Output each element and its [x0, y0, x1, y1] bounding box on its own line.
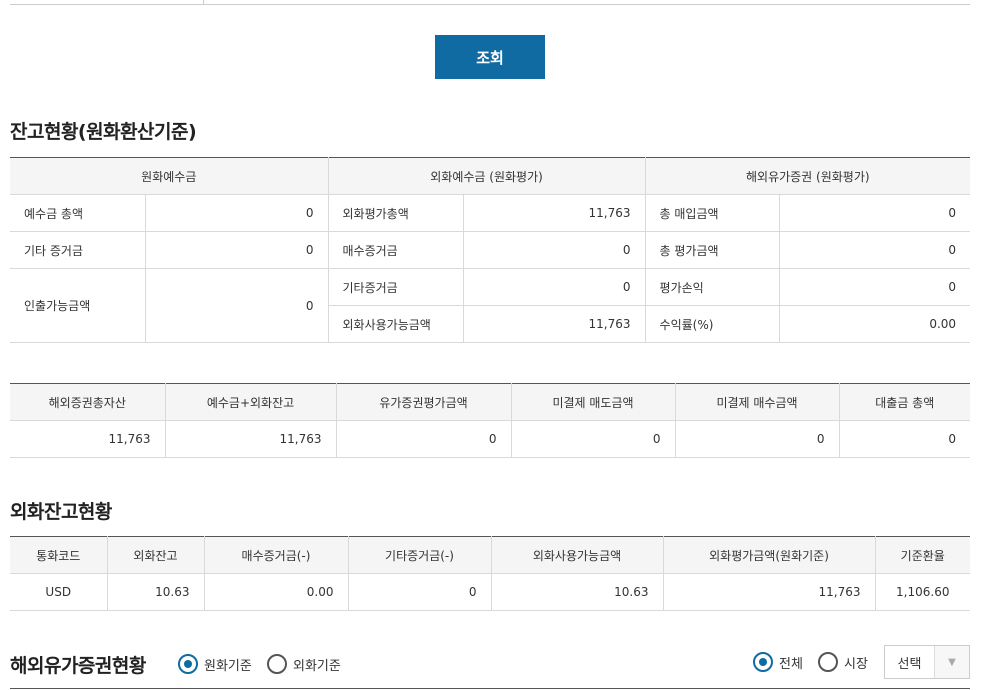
radio-krw-basis-label: 원화기준 [204, 658, 252, 674]
radio-market-all-label: 전체 [779, 656, 803, 672]
fx-buy-margin-label: 매수증거금 [328, 231, 464, 269]
sec-eval-label: 총 평가금액 [645, 231, 780, 269]
sec-purchase-value: 0 [779, 194, 971, 232]
overseas-section-title: 해외유가증권현황 [10, 655, 146, 677]
col-header: 기타증거금(-) [348, 536, 492, 574]
chevron-down-icon: ▼ [935, 646, 969, 678]
sec-pnl-value: 0 [779, 268, 971, 306]
buy-margin-value: 0.00 [204, 573, 349, 611]
radio-checked-icon [753, 652, 773, 672]
radio-checked-icon [178, 654, 198, 674]
sec-pnl-label: 평가손익 [645, 268, 780, 306]
col-header: 매수증거금(-) [204, 536, 349, 574]
fx-total-label: 외화평가총액 [328, 194, 464, 232]
table-row: 인출가능금액 0 기타증거금 0 평가손익 0 [10, 268, 971, 343]
fx-available-amount: 10.63 [491, 573, 664, 611]
col-header: 미결제 매수금액 [675, 383, 840, 421]
fx-total-value: 11,763 [463, 194, 646, 232]
balance-table: 원화예수금 외화예수금 (원화평가) 해외유가증권 (원화평가) 예수금 총액 … [10, 157, 971, 343]
krw-deposit-value: 0 [145, 194, 329, 232]
radio-krw-basis[interactable]: 원화기준 [178, 654, 252, 674]
krw-deposit-label: 예수금 총액 [10, 194, 146, 232]
fx-available-value: 11,763 [463, 305, 646, 343]
sec-purchase-label: 총 매입금액 [645, 194, 780, 232]
radio-fx-basis[interactable]: 외화기준 [267, 654, 341, 674]
table-row: 예수금 총액 0 외화평가총액 11,763 총 매입금액 0 [10, 194, 971, 232]
market-select-value: 선택 [885, 646, 935, 678]
col-header: 예수금+외화잔고 [165, 383, 337, 421]
deposit-fx-value: 11,763 [165, 420, 337, 458]
market-select[interactable]: 선택 ▼ [884, 645, 970, 679]
group-header-fx: 외화예수금 (원화평가) [328, 157, 646, 195]
fx-balance-section-title: 외화잔고현황 [10, 501, 112, 523]
krw-withdrawable-value: 0 [145, 268, 329, 343]
radio-unchecked-icon [267, 654, 287, 674]
search-button[interactable]: 조회 [435, 35, 545, 79]
fx-balance-table: 통화코드 외화잔고 매수증거금(-) 기타증거금(-) 외화사용가능금액 외화평… [10, 536, 970, 611]
sec-eval-value: 0 [779, 231, 971, 269]
fx-other-margin-label: 기타증거금 [328, 268, 464, 306]
col-header: 외화잔고 [107, 536, 205, 574]
fx-available-label: 외화사용가능금액 [328, 305, 464, 343]
sec-return-label: 수익률(%) [645, 305, 780, 343]
radio-market-select[interactable]: 시장 [818, 652, 868, 672]
top-divider [10, 4, 970, 5]
radio-fx-basis-label: 외화기준 [293, 658, 341, 674]
col-header: 미결제 매도금액 [511, 383, 676, 421]
krw-other-margin-label: 기타 증거금 [10, 231, 146, 269]
securities-eval-value: 0 [336, 420, 512, 458]
col-header: 기준환율 [875, 536, 970, 574]
fx-buy-margin-value: 0 [463, 231, 646, 269]
base-rate: 1,106.60 [875, 573, 970, 611]
bottom-divider [10, 688, 970, 689]
group-header-securities: 해외유가증권 (원화평가) [645, 157, 971, 195]
col-header: 유가증권평가금액 [336, 383, 512, 421]
asset-summary-table: 해외증권총자산 예수금+외화잔고 유가증권평가금액 미결제 매도금액 미결제 매… [10, 383, 970, 458]
unsettled-sell-value: 0 [511, 420, 676, 458]
radio-unchecked-icon [818, 652, 838, 672]
loan-total-value: 0 [839, 420, 970, 458]
col-header: 해외증권총자산 [10, 383, 166, 421]
group-header-krw: 원화예수금 [10, 157, 329, 195]
col-header: 외화사용가능금액 [491, 536, 664, 574]
fx-eval-krw: 11,763 [663, 573, 876, 611]
balance-section-title: 잔고현황(원화환산기준) [10, 121, 197, 143]
currency-code: USD [10, 573, 108, 611]
other-margin-value: 0 [348, 573, 492, 611]
col-header: 외화평가금액(원화기준) [663, 536, 876, 574]
total-assets-value: 11,763 [10, 420, 166, 458]
table-row: 기타 증거금 0 매수증거금 0 총 평가금액 0 [10, 231, 971, 269]
fx-other-margin-value: 0 [463, 268, 646, 306]
table-row: USD 10.63 0.00 0 10.63 11,763 1,106.60 [10, 573, 970, 611]
radio-market-select-label: 시장 [844, 656, 868, 672]
krw-withdrawable-label: 인출가능금액 [10, 268, 146, 343]
unsettled-buy-value: 0 [675, 420, 840, 458]
col-header: 대출금 총액 [839, 383, 970, 421]
table-row: 11,763 11,763 0 0 0 0 [10, 420, 970, 458]
top-divider-tick [203, 0, 204, 4]
sec-return-value: 0.00 [779, 305, 971, 343]
radio-market-all[interactable]: 전체 [753, 652, 803, 672]
fx-balance-value: 10.63 [107, 573, 205, 611]
col-header: 통화코드 [10, 536, 108, 574]
krw-other-margin-value: 0 [145, 231, 329, 269]
